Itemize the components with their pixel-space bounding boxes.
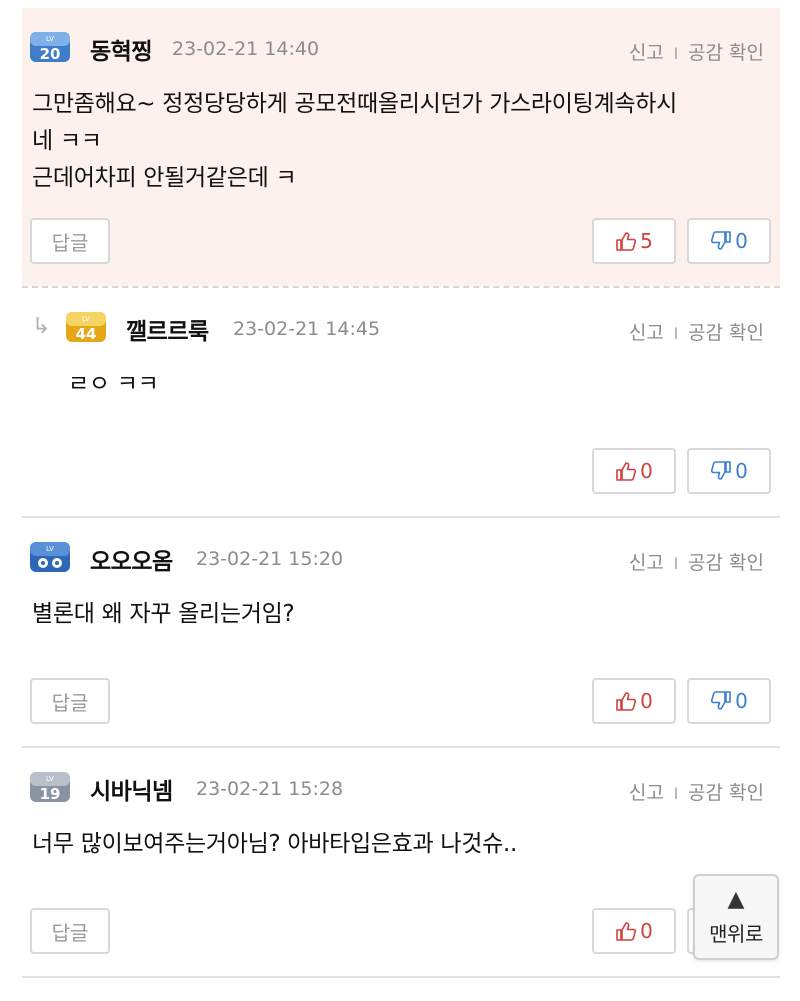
- action-separator: l: [673, 325, 679, 343]
- comment-line: 너무 많이보여주는거아님? 아바타입은효과 나것슈..: [32, 831, 518, 857]
- report-link[interactable]: 신고: [629, 42, 664, 64]
- comment-line: ㄹㅇ ㅋㅋ: [68, 371, 159, 397]
- dislike-count: 0: [735, 689, 748, 713]
- level-badge-icon: LV 19: [28, 770, 72, 804]
- empathy-check-link[interactable]: 공감 확인: [688, 322, 764, 344]
- comment-item: LV 20 동혁찡 23-02-21 14:40 신고 l 공감 확인 그만좀해요~…: [22, 8, 780, 286]
- reply-button[interactable]: 답글: [30, 218, 110, 264]
- report-link[interactable]: 신고: [629, 552, 664, 574]
- thumbs-down-icon: [710, 690, 732, 712]
- thumbs-up-icon: [615, 690, 637, 712]
- empathy-check-link[interactable]: 공감 확인: [688, 42, 764, 64]
- thumbs-up-icon: [615, 920, 637, 942]
- comment-line: 근데어차피 안될거같은데 ㅋ: [32, 165, 297, 191]
- thumbs-up-icon: [615, 230, 637, 252]
- thumbs-down-icon: [710, 460, 732, 482]
- reply-arrow-icon: ↳: [32, 314, 51, 339]
- comment-item: LV 오오오옴 23-02-21 15:20 신고 l 공감 확인 별론대 왜 자꾸…: [22, 518, 780, 746]
- like-button[interactable]: 0: [592, 448, 676, 494]
- comment-date: 23-02-21 14:40: [172, 38, 320, 60]
- empathy-check-link[interactable]: 공감 확인: [688, 552, 764, 574]
- comment-date: 23-02-21 14:45: [233, 318, 381, 340]
- thumbs-up-icon: [615, 460, 637, 482]
- level-number: 20: [40, 45, 61, 63]
- like-button[interactable]: 0: [592, 908, 676, 954]
- svg-text:LV: LV: [46, 775, 54, 783]
- level-badge-icon: LV 20: [28, 30, 72, 64]
- author-name[interactable]: 깰르르룩: [126, 312, 209, 346]
- like-button[interactable]: 5: [592, 218, 676, 264]
- level-badge-icon: LV 44: [64, 310, 108, 344]
- level-badge-icon: LV: [28, 540, 72, 574]
- like-count: 0: [640, 689, 653, 713]
- like-count: 5: [640, 229, 653, 253]
- comment-actions: 신고 l 공감 확인: [629, 318, 764, 345]
- action-separator: l: [673, 45, 679, 63]
- author-name[interactable]: 시바닉넴: [90, 772, 173, 806]
- comment-line: 그만좀해요~ 정정당당하게 공모전때올리시던가 가스라이팅계속하시: [32, 91, 677, 117]
- reply-button[interactable]: 답글: [30, 908, 110, 954]
- dislike-button[interactable]: 0: [687, 448, 771, 494]
- comment-body: 별론대 왜 자꾸 올리는거임?: [32, 596, 295, 633]
- dislike-count: 0: [735, 229, 748, 253]
- author-name[interactable]: 오오오옴: [90, 542, 173, 576]
- reply-button-label: 답글: [51, 690, 89, 715]
- comment-date: 23-02-21 15:20: [196, 548, 344, 570]
- thumbs-down-icon: [710, 230, 732, 252]
- report-link[interactable]: 신고: [629, 322, 664, 344]
- reply-button-label: 답글: [51, 920, 89, 945]
- report-link[interactable]: 신고: [629, 782, 664, 804]
- svg-text:LV: LV: [46, 35, 54, 43]
- comment-actions: 신고 l 공감 확인: [629, 38, 764, 65]
- level-number: 19: [40, 785, 61, 803]
- svg-text:LV: LV: [82, 315, 90, 323]
- scroll-to-top-button[interactable]: ▲ 맨위로: [693, 874, 779, 960]
- like-count: 0: [640, 459, 653, 483]
- comment-date: 23-02-21 15:28: [196, 778, 344, 800]
- up-arrow-icon: ▲: [727, 886, 745, 912]
- comment-body: 너무 많이보여주는거아님? 아바타입은효과 나것슈..: [32, 826, 517, 863]
- comment-divider: [22, 976, 780, 978]
- svg-text:LV: LV: [46, 545, 54, 553]
- level-number: 44: [76, 325, 97, 343]
- comment-item: LV 19 시바닉넴 23-02-21 15:28 신고 l 공감 확인 너무 많이…: [22, 748, 780, 976]
- comment-line: 별론대 왜 자꾸 올리는거임?: [32, 601, 295, 627]
- like-button[interactable]: 0: [592, 678, 676, 724]
- dislike-button[interactable]: 0: [687, 218, 771, 264]
- dislike-count: 0: [735, 459, 748, 483]
- author-name[interactable]: 동혁찡: [90, 32, 152, 66]
- reply-button-label: 답글: [51, 230, 89, 255]
- comment-actions: 신고 l 공감 확인: [629, 548, 764, 575]
- comment-body: 그만좀해요~ 정정당당하게 공모전때올리시던가 가스라이팅계속하시 네 ㅋㅋ 근…: [32, 86, 677, 197]
- scroll-to-top-label: 맨위로: [709, 921, 763, 946]
- like-count: 0: [640, 919, 653, 943]
- reply-comment-item: ↳ LV 44 깰르르룩 23-02-21 14:45 신고 l 공감 확인 ㄹㅇ …: [22, 288, 780, 516]
- action-separator: l: [673, 555, 679, 573]
- empathy-check-link[interactable]: 공감 확인: [688, 782, 764, 804]
- comment-actions: 신고 l 공감 확인: [629, 778, 764, 805]
- dislike-button[interactable]: 0: [687, 678, 771, 724]
- comment-body: ㄹㅇ ㅋㅋ: [68, 366, 159, 403]
- action-separator: l: [673, 785, 679, 803]
- comment-line: 네 ㅋㅋ: [32, 128, 102, 154]
- reply-button[interactable]: 답글: [30, 678, 110, 724]
